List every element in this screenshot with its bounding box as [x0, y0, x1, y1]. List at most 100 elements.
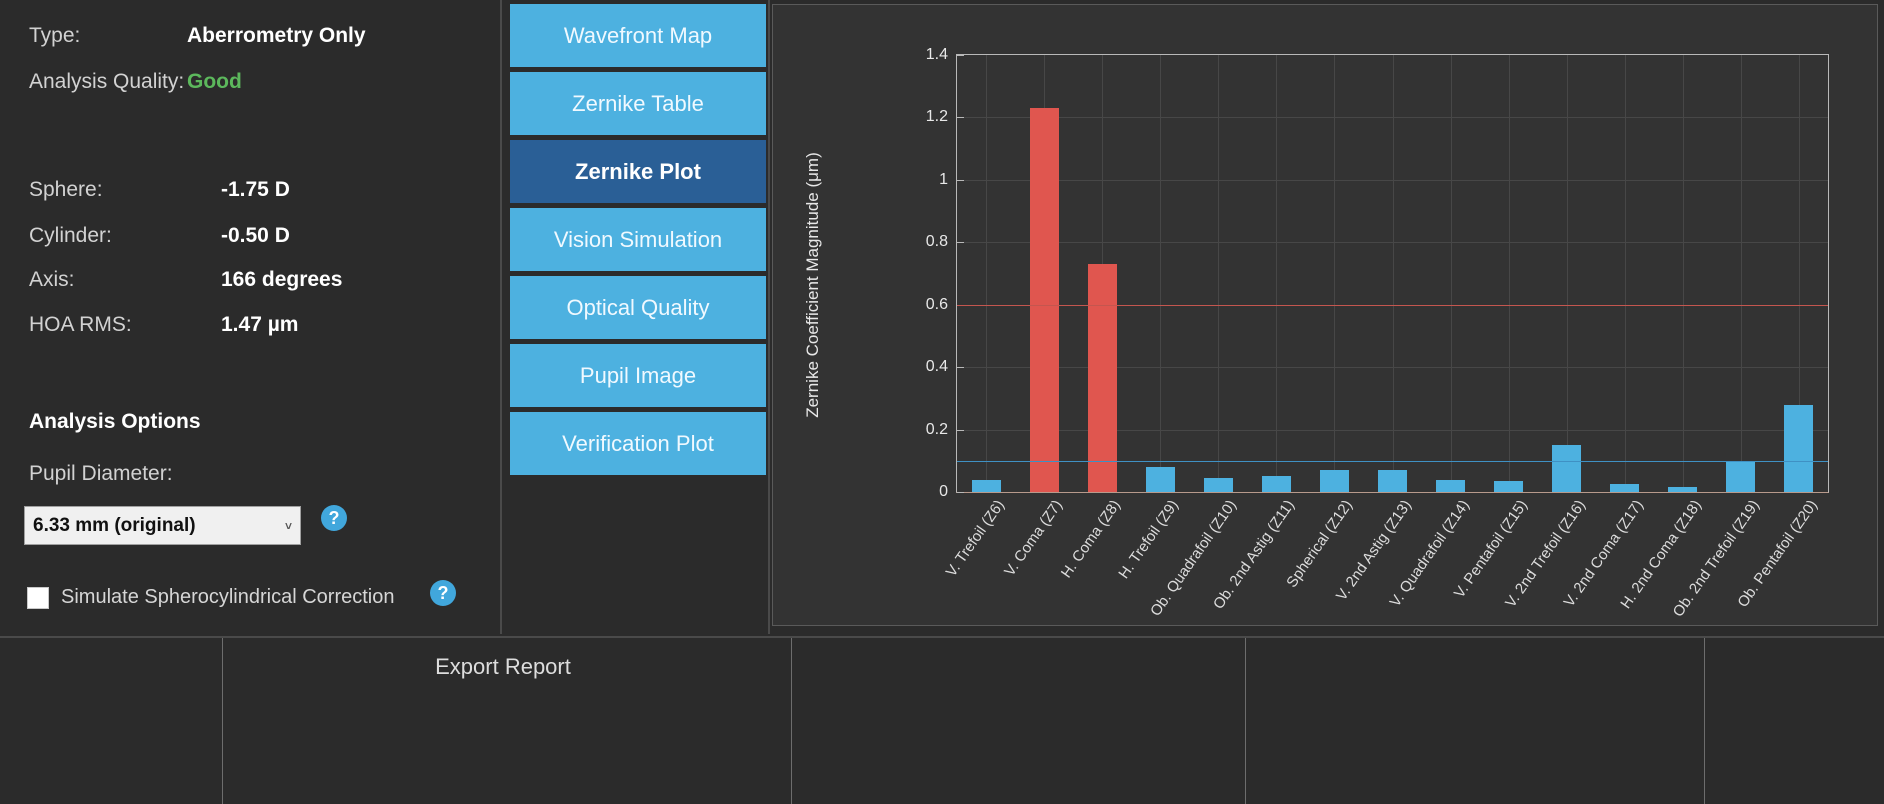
help-icon-pupil-diameter[interactable]: ?	[321, 505, 347, 531]
chart-bar	[1610, 484, 1640, 492]
chart-y-tick-label: 1	[939, 170, 948, 188]
help-icon-simulate-correction[interactable]: ?	[430, 580, 456, 606]
info-row-type: Type: Aberrometry Only	[29, 24, 366, 48]
chart-gridline-v	[1566, 55, 1568, 492]
info-label: Type:	[29, 24, 81, 47]
chart-gridline-v	[1624, 55, 1626, 492]
chart-y-tick-mark	[957, 117, 964, 119]
chart-bar	[1668, 487, 1698, 492]
info-value: -1.75 D	[221, 178, 290, 201]
chart-bar	[1552, 445, 1582, 492]
chart-y-tick-mark	[957, 55, 964, 56]
chart-bar	[1319, 470, 1349, 492]
pupil-diameter-select[interactable]: 6.33 mm (original) ˅	[24, 506, 301, 545]
tab-pupil-image[interactable]: Pupil Image	[509, 343, 767, 408]
tab-label: Zernike Plot	[575, 158, 701, 184]
chart-reference-line	[957, 304, 1828, 306]
chart-bar	[1029, 108, 1059, 492]
chart-bar	[971, 479, 1001, 492]
chart-gridline-v	[1508, 55, 1510, 492]
info-label: Axis:	[29, 268, 75, 291]
chevron-down-icon: ˅	[284, 518, 292, 533]
simulate-spherocylindrical-row[interactable]: Simulate Spherocylindrical Correction	[27, 586, 394, 609]
chart-x-tick-label: V. Coma (Z7)	[1001, 497, 1067, 580]
chart-y-tick-label: 0	[939, 483, 948, 500]
chart-gridline-v	[1218, 55, 1220, 492]
chart-y-tick-mark	[957, 429, 964, 431]
pupil-diameter-value: 6.33 mm (original)	[33, 514, 196, 536]
tab-wavefront-map[interactable]: Wavefront Map	[509, 3, 767, 68]
chart-bar	[1087, 264, 1117, 492]
tab-label: Verification Plot	[562, 430, 714, 456]
info-label: Analysis Quality:	[29, 70, 185, 93]
chart-y-axis-title: Zernike Coefficient Magnitude (μm)	[803, 152, 822, 418]
simulate-spherocylindrical-checkbox[interactable]	[27, 586, 49, 609]
info-label: Cylinder:	[29, 224, 112, 247]
chart-y-tick-label: 1.4	[925, 46, 948, 63]
info-value: -0.50 D	[221, 224, 290, 247]
chart-y-tick-label: 0.6	[925, 295, 948, 313]
pupil-diameter-label: Pupil Diameter:	[29, 462, 173, 485]
chart-bar	[1494, 481, 1524, 492]
chart-x-tick-label: H. Coma (Z8)	[1058, 497, 1125, 582]
info-row-analysis-quality: Analysis Quality: Good	[29, 70, 242, 94]
chart-gridline-v	[1392, 55, 1394, 492]
tab-label: Optical Quality	[566, 294, 710, 320]
tab-label: Zernike Table	[572, 90, 704, 116]
chart-bar	[1377, 470, 1407, 492]
export-report-title: Export Report	[435, 654, 571, 679]
chart-reference-line	[957, 460, 1828, 462]
chart-bar	[1145, 467, 1175, 492]
info-row-sphere: Sphere: -1.75 D	[29, 178, 290, 202]
measurement-info-panel: Type: Aberrometry Only Analysis Quality:…	[0, 0, 502, 634]
chart-x-tick-label: H. Trefoil (Z9)	[1115, 497, 1183, 582]
chart-bar	[1784, 404, 1814, 492]
divider	[1704, 638, 1705, 804]
chart-gridline-v	[1160, 55, 1162, 492]
chart-gridline-v	[1740, 55, 1742, 492]
chart-plot-area: 0 0.2 0.4 0.6 0.8 1 1.2 1.4 V. Trefoil (Z6) V. Co…	[926, 46, 1829, 620]
tab-label: Wavefront Map	[563, 22, 713, 48]
app-window: Type: Aberrometry Only Analysis Quality:…	[0, 0, 1884, 804]
tab-optical-quality[interactable]: Optical Quality	[509, 275, 767, 340]
chart-y-tick-label: 0.4	[925, 358, 948, 376]
chart-x-tick-label: V. Trefoil (Z6)	[942, 497, 1008, 581]
chart-gridline-v	[1334, 55, 1336, 492]
chart-y-tick-mark	[957, 367, 964, 369]
zernike-plot-panel: Zernike Coefficient Magnitude (μm) 0 0.2 0…	[772, 4, 1878, 626]
chart-y-tick-mark	[957, 179, 964, 181]
chart-y-tick-label: 1.2	[925, 108, 948, 126]
chart-gridline-v	[1276, 55, 1278, 492]
info-row-axis: Axis: 166 degrees	[29, 268, 342, 292]
tab-label: Pupil Image	[579, 362, 697, 388]
info-value: 1.47 µm	[221, 313, 299, 336]
chart-gridline-v	[986, 55, 988, 492]
info-row-hoa-rms: HOA RMS: 1.47 µm	[29, 313, 298, 337]
chart-gridline-v	[1450, 55, 1452, 492]
chart-bar	[1203, 477, 1233, 492]
action-bar: Export Report Save As PDF Print	[0, 636, 1884, 804]
divider	[1245, 638, 1246, 804]
info-value: 166 degrees	[221, 268, 343, 291]
analysis-options-title: Analysis Options	[29, 410, 201, 433]
info-row-cylinder: Cylinder: -0.50 D	[29, 224, 290, 248]
chart-y-tick-mark	[957, 492, 964, 493]
tab-verification-plot[interactable]: Verification Plot	[509, 411, 767, 476]
chart-y-tick-label: 0.8	[925, 233, 948, 251]
divider	[791, 638, 792, 804]
tab-vision-simulation[interactable]: Vision Simulation	[509, 207, 767, 272]
chart-bar	[1726, 460, 1756, 492]
chart-y-tick-label: 0.2	[925, 420, 948, 438]
simulate-spherocylindrical-label: Simulate Spherocylindrical Correction	[61, 586, 395, 608]
tab-zernike-table[interactable]: Zernike Table	[509, 71, 767, 136]
analysis-quality-status: Good	[187, 70, 242, 93]
view-tab-column: Wavefront Map Zernike Table Zernike Plot Vi…	[504, 0, 770, 634]
tab-zernike-plot[interactable]: Zernike Plot	[509, 139, 767, 204]
info-label: HOA RMS:	[29, 313, 132, 336]
chart-bar	[1261, 476, 1291, 492]
chart-bar	[1436, 479, 1466, 492]
chart-gridline-v	[1682, 55, 1684, 492]
tab-label: Vision Simulation	[553, 226, 723, 252]
divider	[222, 638, 223, 804]
chart-y-tick-mark	[957, 242, 964, 244]
